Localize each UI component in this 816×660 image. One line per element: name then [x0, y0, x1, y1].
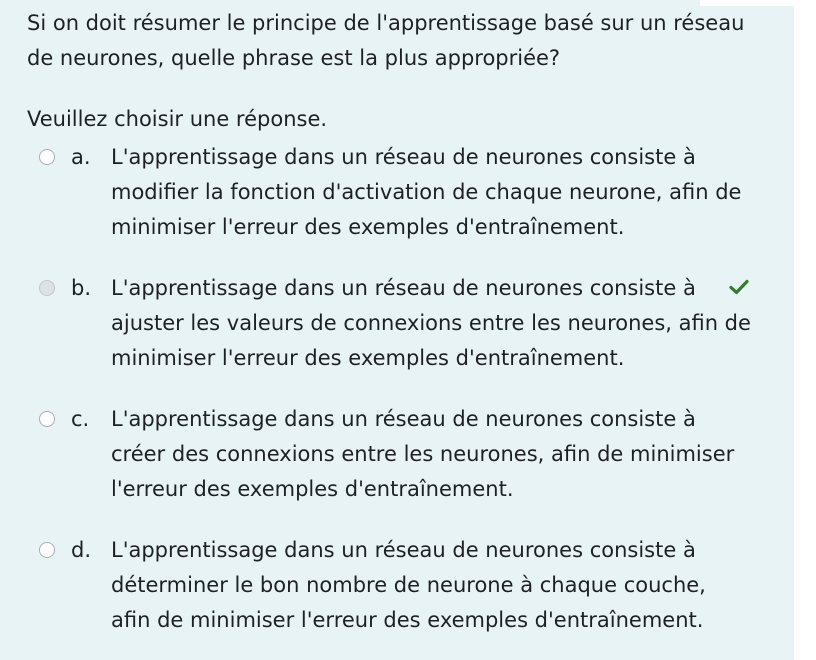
- check-icon: [729, 279, 749, 295]
- radio-button-d[interactable]: [39, 542, 55, 558]
- page-margin: [794, 0, 816, 660]
- answer-option-b[interactable]: b. L'apprentissage dans un réseau de neu…: [27, 271, 774, 376]
- answer-letter: a.: [71, 145, 91, 169]
- answer-text: L'apprentissage dans un réseau de neuron…: [111, 145, 742, 239]
- answer-letter: b.: [71, 276, 92, 300]
- page-margin-top: [700, 0, 816, 6]
- radio-button-a[interactable]: [39, 149, 55, 165]
- answer-text: L'apprentissage dans un réseau de neuron…: [111, 276, 751, 370]
- radio-button-c[interactable]: [39, 411, 55, 427]
- answer-list: a. L'apprentissage dans un réseau de neu…: [27, 140, 774, 638]
- question-text: Si on doit résumer le principe de l'appr…: [27, 11, 745, 70]
- answer-option-a[interactable]: a. L'apprentissage dans un réseau de neu…: [27, 140, 774, 245]
- answer-option-c[interactable]: c. L'apprentissage dans un réseau de neu…: [27, 402, 774, 507]
- answer-letter: c.: [71, 407, 90, 431]
- question-panel: Si on doit résumer le principe de l'appr…: [0, 0, 794, 660]
- answer-text: L'apprentissage dans un réseau de neuron…: [111, 538, 706, 632]
- answer-text: L'apprentissage dans un réseau de neuron…: [111, 407, 735, 501]
- answer-letter: d.: [71, 538, 92, 562]
- answer-prompt: Veuillez choisir une réponse.: [27, 107, 328, 131]
- answer-option-d[interactable]: d. L'apprentissage dans un réseau de neu…: [27, 533, 774, 638]
- radio-button-b[interactable]: [39, 280, 55, 296]
